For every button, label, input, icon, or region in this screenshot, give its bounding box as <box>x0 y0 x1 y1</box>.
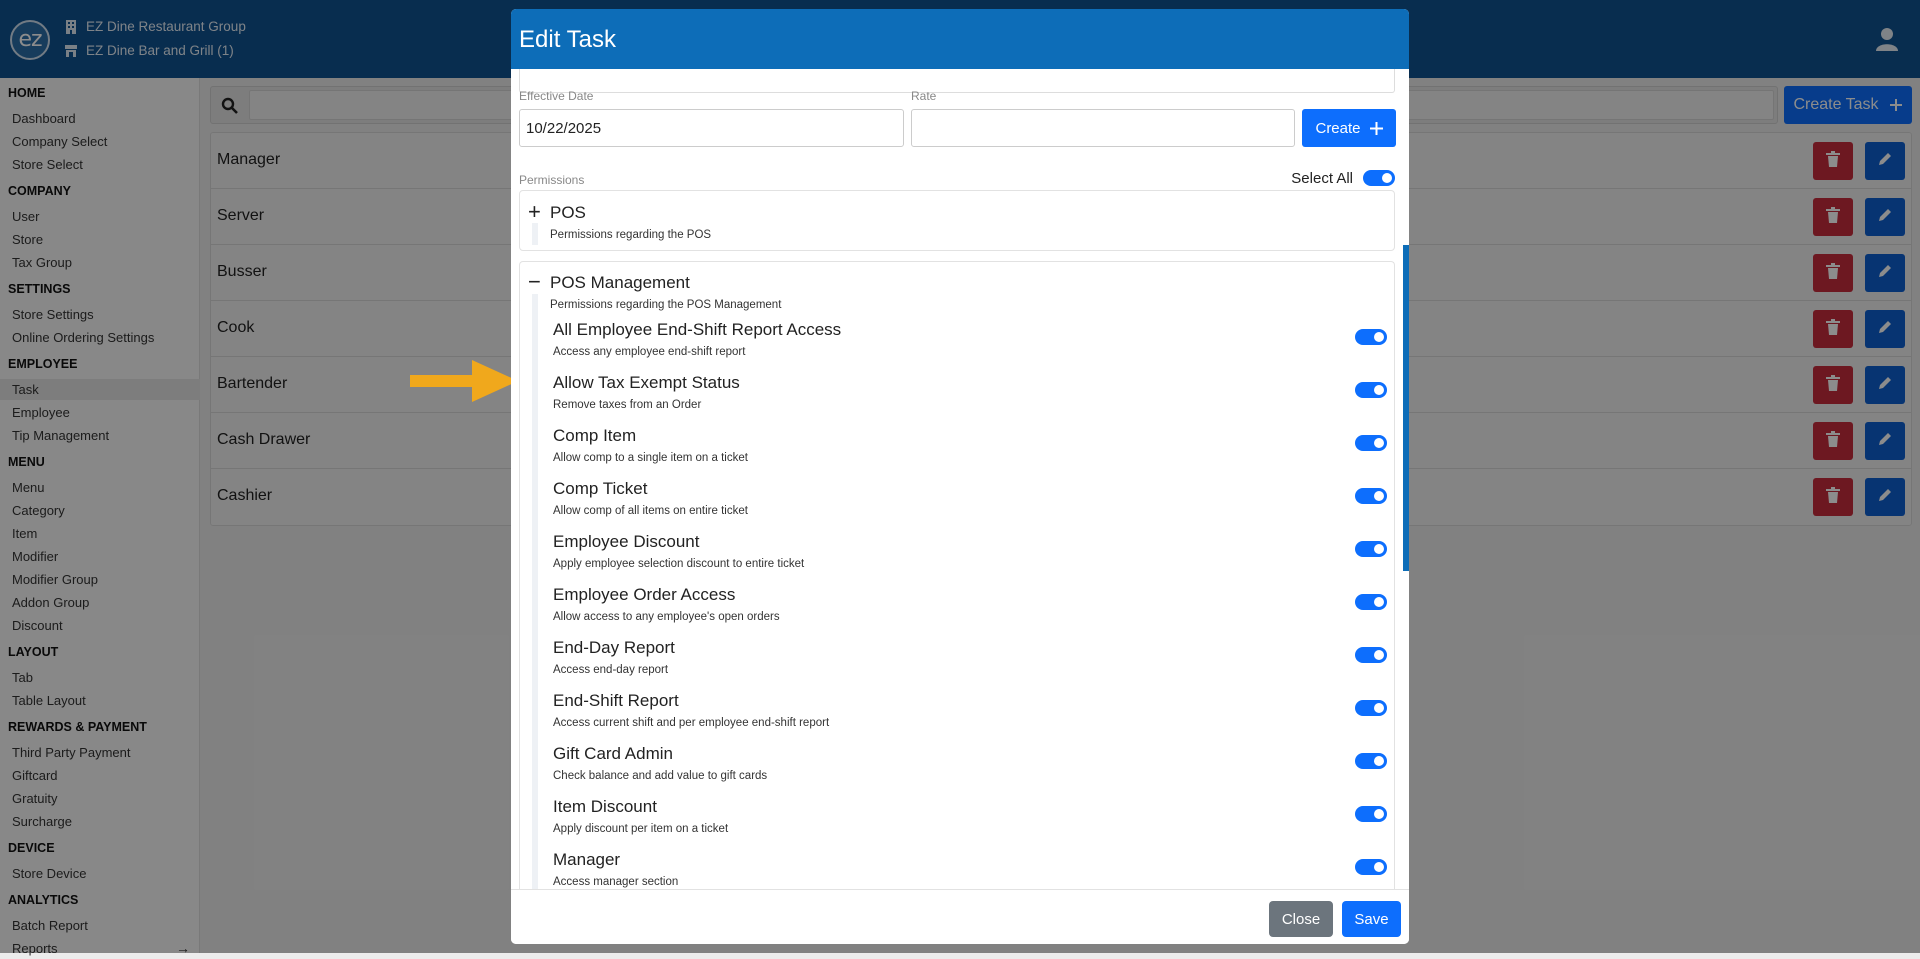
permission-title: End-Shift Report <box>553 691 679 710</box>
create-button[interactable]: Create <box>1302 109 1396 147</box>
effective-date-label: Effective Date <box>519 89 594 103</box>
permission-description: Allow comp to a single item on a ticket <box>553 452 748 464</box>
permission-toggle[interactable] <box>1355 594 1387 610</box>
rate-input[interactable] <box>911 109 1295 147</box>
permission-description: Allow comp of all items on entire ticket <box>553 505 748 517</box>
permission-toggle[interactable] <box>1355 329 1387 345</box>
permission-item: Manager Access manager section <box>520 850 1396 889</box>
permission-item: End-Day Report Access end-day report <box>520 638 1396 688</box>
permission-title: Comp Ticket <box>553 479 648 498</box>
permission-toggle[interactable] <box>1355 753 1387 769</box>
permission-title: Gift Card Admin <box>553 744 673 763</box>
create-button-label: Create <box>1315 119 1361 137</box>
permission-toggle[interactable] <box>1355 806 1387 822</box>
permission-title: Employee Discount <box>553 532 700 551</box>
permission-toggle[interactable] <box>1355 382 1387 398</box>
section-indent-bar <box>532 223 538 245</box>
permission-toggle[interactable] <box>1355 647 1387 663</box>
permission-description: Access manager section <box>553 876 679 888</box>
modal-body: Effective Date 10/22/2025 Rate Create Pe… <box>511 69 1409 889</box>
permission-title: End-Day Report <box>553 638 675 657</box>
permission-description: Apply discount per item on a ticket <box>553 823 729 835</box>
permission-title: Item Discount <box>553 797 657 816</box>
select-all-toggle[interactable] <box>1363 170 1395 186</box>
close-button[interactable]: Close <box>1269 901 1333 937</box>
modal-title: Edit Task <box>511 9 1409 69</box>
permission-description: Access end-day report <box>553 664 669 676</box>
collapse-minus-icon[interactable]: − <box>528 271 541 293</box>
permission-title: Employee Order Access <box>553 585 736 604</box>
permission-item: Gift Card Admin Check balance and add val… <box>520 744 1396 794</box>
permission-description: Remove taxes from an Order <box>553 399 702 411</box>
scrollbar-thumb[interactable] <box>1403 245 1409 571</box>
permission-item: Item Discount Apply discount per item on … <box>520 797 1396 847</box>
permission-title: Manager <box>553 850 621 869</box>
permission-item: End-Shift Report Access current shift and… <box>520 691 1396 741</box>
permission-title: Comp Item <box>553 426 637 445</box>
permission-item: Comp Ticket Allow comp of all items on en… <box>520 479 1396 529</box>
permission-toggle[interactable] <box>1355 859 1387 875</box>
permission-section-pos-management: − POS Management Permissions regarding the… <box>519 261 1395 889</box>
rate-label: Rate <box>911 89 937 103</box>
permission-description: Apply employee selection discount to ent… <box>553 558 805 570</box>
permissions-label: Permissions <box>519 173 585 187</box>
permission-title: All Employee End-Shift Report Access <box>553 320 842 339</box>
save-button[interactable]: Save <box>1342 901 1401 937</box>
modal-footer: Close Save <box>511 889 1409 944</box>
permission-description: Check balance and add value to gift card… <box>553 770 768 782</box>
permission-description: Access current shift and per employee en… <box>553 717 830 729</box>
section-description: Permissions regarding the POS Management <box>550 299 782 311</box>
permission-item: Employee Order Access Allow access to any… <box>520 585 1396 635</box>
permission-section-pos[interactable]: + POS Permissions regarding the POS <box>519 190 1395 251</box>
permission-title: Allow Tax Exempt Status <box>553 373 740 392</box>
plus-icon <box>1369 121 1383 135</box>
permission-toggle[interactable] <box>1355 541 1387 557</box>
permission-item: Employee Discount Apply employee selectio… <box>520 532 1396 582</box>
permission-toggle[interactable] <box>1355 488 1387 504</box>
section-title: POS Management <box>550 273 690 292</box>
arrow-annotation-icon <box>410 360 518 402</box>
expand-plus-icon[interactable]: + <box>528 201 541 223</box>
task-name-input[interactable] <box>519 69 1395 93</box>
effective-date-input[interactable]: 10/22/2025 <box>519 109 904 147</box>
permission-item: Allow Tax Exempt Status Remove taxes from… <box>520 373 1396 423</box>
permission-item: All Employee End-Shift Report Access Acce… <box>520 320 1396 370</box>
select-all-label: Select All <box>1291 170 1353 187</box>
permission-toggle[interactable] <box>1355 700 1387 716</box>
section-title: POS <box>550 203 586 222</box>
scrollbar[interactable] <box>1403 69 1409 889</box>
edit-task-modal: Edit Task Effective Date 10/22/2025 Rate… <box>511 9 1409 944</box>
permission-description: Access any employee end-shift report <box>553 346 746 358</box>
permission-description: Allow access to any employee's open orde… <box>553 611 780 623</box>
section-description: Permissions regarding the POS <box>550 229 712 241</box>
permission-item: Comp Item Allow comp to a single item on … <box>520 426 1396 476</box>
permission-toggle[interactable] <box>1355 435 1387 451</box>
